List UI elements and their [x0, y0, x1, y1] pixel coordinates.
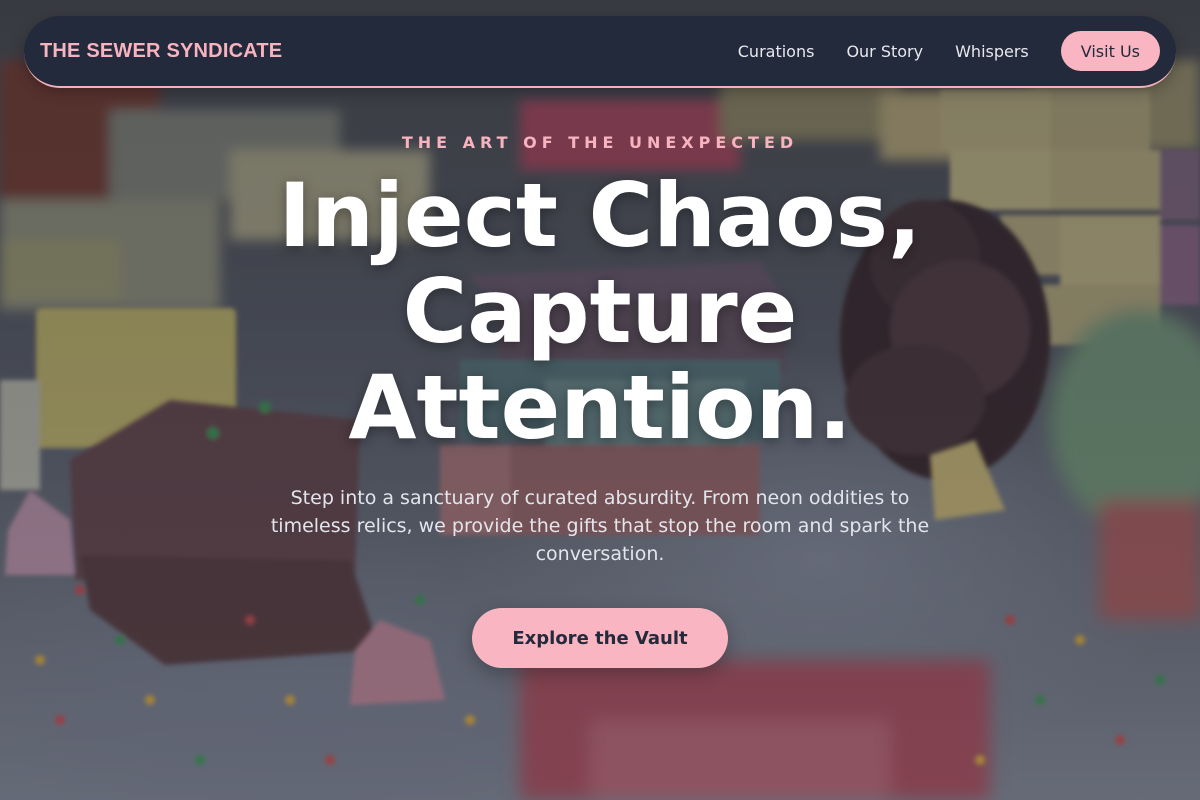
nav-links: Curations Our Story Whispers Visit Us [738, 31, 1160, 71]
nav-link-curations[interactable]: Curations [738, 42, 815, 61]
hero-headline: Inject Chaos, Capture Attention. [200, 168, 1000, 456]
visit-us-button[interactable]: Visit Us [1060, 31, 1160, 71]
headline-line-3: Attention. [348, 356, 852, 459]
hero-subtext: Step into a sanctuary of curated absurdi… [270, 487, 930, 565]
brand-logo[interactable]: THE SEWER SYNDICATE [40, 40, 282, 63]
top-navbar: THE SEWER SYNDICATE Curations Our Story … [24, 16, 1176, 88]
nav-link-our-story[interactable]: Our Story [846, 42, 923, 61]
headline-line-1: Inject Chaos, [278, 164, 922, 267]
headline-line-2: Capture [402, 260, 798, 363]
nav-link-whispers[interactable]: Whispers [955, 42, 1029, 61]
hero-eyebrow: THE ART OF THE UNEXPECTED [401, 133, 799, 152]
explore-vault-button[interactable]: Explore the Vault [472, 608, 728, 668]
